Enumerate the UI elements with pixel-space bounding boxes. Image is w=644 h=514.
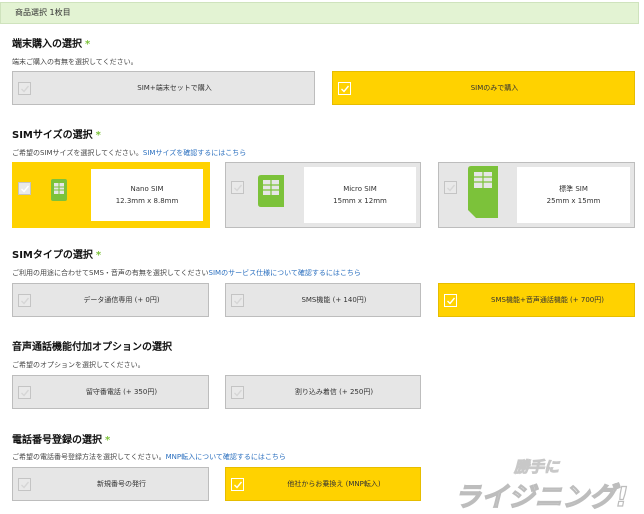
check-icon	[234, 389, 243, 397]
voice-options-section-desc: ご希望のオプションを選択してください。	[12, 361, 145, 369]
sim-option-nano[interactable]: Nano SIM 12.3mm x 8.8mm	[12, 162, 210, 228]
check-icon	[234, 297, 243, 305]
sim-name: Micro SIM	[343, 185, 377, 193]
watermark-bottom-text: ライジニング!	[454, 482, 628, 513]
sim-size-help-link[interactable]: SIMサイズを確認するにはこちら	[143, 149, 246, 157]
check-icon	[21, 297, 30, 305]
checkbox[interactable]	[338, 82, 351, 95]
checkbox[interactable]	[18, 386, 31, 399]
standard-sim-icon	[468, 166, 498, 218]
sim-info-panel: 標準 SIM 25mm x 15mm	[517, 167, 630, 223]
sim-type-title-text: SIMタイプの選択	[12, 250, 93, 261]
device-title-text: 端末購入の選択	[12, 39, 82, 50]
voice-options-title-text: 音声通話機能付加オプションの選択	[12, 342, 172, 353]
option-sms[interactable]: SMS機能 (+ 140円)	[225, 283, 421, 317]
option-label: 新規番号の発行	[97, 480, 146, 488]
required-mark: *	[95, 130, 101, 141]
sim-type-section-title: SIMタイプの選択 *	[12, 246, 101, 261]
option-label: SMS機能 (+ 140円)	[301, 296, 367, 304]
checkbox[interactable]	[18, 294, 31, 307]
sim-type-desc-text: ご利用の用途に合わせてSMS・音声の有無を選択してください	[12, 269, 209, 277]
option-call-waiting[interactable]: 割り込み着信 (+ 250円)	[225, 375, 421, 409]
phone-number-section-desc: ご希望の電話番号登録方法を選択してください。MNP転入について確認するにはこちら	[12, 452, 286, 462]
sim-option-standard[interactable]: 標準 SIM 25mm x 15mm	[438, 162, 635, 228]
required-mark: *	[95, 250, 102, 261]
checkbox[interactable]	[444, 294, 457, 307]
mnp-help-link[interactable]: MNP転入について確認するにはこちら	[166, 453, 286, 461]
sim-info-panel: Nano SIM 12.3mm x 8.8mm	[91, 169, 203, 221]
check-icon	[21, 85, 30, 93]
phone-number-section-title: 電話番号登録の選択 *	[12, 431, 110, 446]
site-watermark-logo: 勝手に ライジニング!	[453, 458, 629, 514]
checkbox[interactable]	[18, 182, 31, 195]
selection-header-label: 商品選択 1枚目	[15, 8, 71, 17]
sim-dimensions: 25mm x 15mm	[546, 197, 601, 205]
option-new-number[interactable]: 新規番号の発行	[12, 467, 209, 501]
checkbox[interactable]	[18, 82, 31, 95]
checkbox[interactable]	[231, 478, 244, 491]
check-icon	[341, 85, 350, 93]
sim-size-desc-text: ご希望のSIMサイズを選択してください。	[12, 149, 143, 157]
sim-option-micro[interactable]: Micro SIM 15mm x 12mm	[225, 162, 421, 228]
option-sim-device-set[interactable]: SIM+端末セットで購入	[12, 71, 315, 105]
required-mark: *	[105, 435, 111, 446]
nano-sim-icon	[51, 179, 67, 201]
option-data-only[interactable]: データ通信専用 (+ 0円)	[12, 283, 209, 317]
selection-header: 商品選択 1枚目	[0, 2, 639, 24]
option-label: 割り込み着信 (+ 250円)	[294, 388, 374, 396]
watermark-top-text: 勝手に	[513, 458, 560, 476]
check-icon	[447, 297, 456, 305]
checkbox[interactable]	[444, 181, 457, 194]
checkbox[interactable]	[231, 294, 244, 307]
option-label: データ通信専用 (+ 0円)	[83, 296, 160, 304]
option-mnp-transfer[interactable]: 他社からお乗換え (MNP転入)	[225, 467, 421, 501]
check-icon	[234, 481, 243, 489]
sim-type-help-link[interactable]: SIMのサービス仕様について確認するにはこちら	[209, 269, 361, 277]
phone-number-desc-text: ご希望の電話番号登録方法を選択してください。	[12, 453, 166, 461]
option-label: SMS機能+音声通話機能 (+ 700円)	[491, 296, 604, 304]
sim-size-title-text: SIMサイズの選択	[12, 130, 93, 141]
option-voicemail[interactable]: 留守番電話 (+ 350円)	[12, 375, 209, 409]
micro-sim-icon	[258, 175, 284, 207]
sim-dimensions: 15mm x 12mm	[333, 197, 387, 205]
device-section-desc: 端末ご購入の有無を選択してください。	[12, 58, 138, 66]
option-label: 留守番電話 (+ 350円)	[85, 388, 158, 396]
check-icon	[447, 184, 456, 192]
checkbox[interactable]	[18, 478, 31, 491]
checkbox[interactable]	[231, 386, 244, 399]
sim-size-section-desc: ご希望のSIMサイズを選択してください。SIMサイズを確認するにはこちら	[12, 148, 246, 158]
option-sms-voice[interactable]: SMS機能+音声通話機能 (+ 700円)	[438, 283, 635, 317]
option-sim-only[interactable]: SIMのみで購入	[332, 71, 635, 105]
option-label: SIM+端末セットで購入	[137, 84, 212, 92]
sim-size-section-title: SIMサイズの選択 *	[12, 126, 101, 141]
option-label: 他社からお乗換え (MNP転入)	[287, 480, 381, 488]
check-icon	[21, 481, 30, 489]
sim-name: Nano SIM	[130, 185, 164, 193]
sim-name: 標準 SIM	[559, 185, 588, 193]
check-icon	[21, 185, 30, 193]
sim-type-section-desc: ご利用の用途に合わせてSMS・音声の有無を選択してくださいSIMのサービス仕様に…	[12, 268, 361, 278]
option-label: SIMのみで購入	[470, 84, 519, 92]
required-mark: *	[85, 39, 91, 50]
checkbox[interactable]	[231, 181, 244, 194]
device-section-title: 端末購入の選択 *	[12, 35, 90, 50]
check-icon	[234, 184, 243, 192]
sim-dimensions: 12.3mm x 8.8mm	[115, 197, 179, 205]
sim-info-panel: Micro SIM 15mm x 12mm	[304, 167, 416, 223]
phone-number-title-text: 電話番号登録の選択	[12, 435, 102, 446]
voice-options-section-title: 音声通話機能付加オプションの選択	[12, 338, 172, 353]
check-icon	[21, 389, 30, 397]
